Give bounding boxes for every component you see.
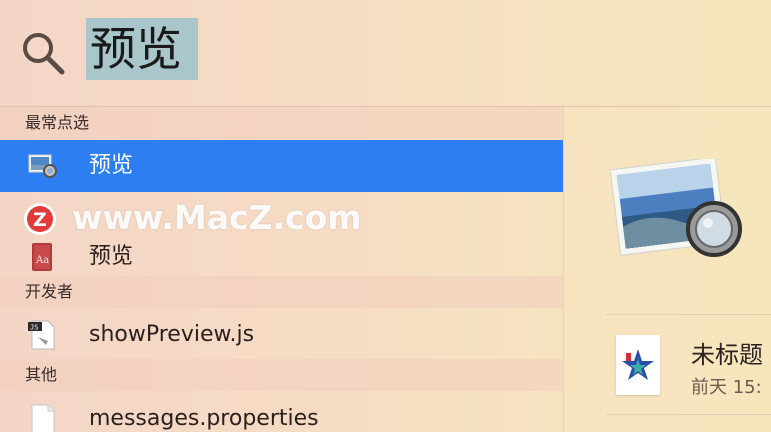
macz-logo-icon: Z	[24, 203, 56, 235]
preview-divider	[606, 314, 771, 315]
search-input[interactable]: 预览	[86, 18, 198, 80]
preview-divider	[606, 414, 771, 415]
js-file-icon: JS	[28, 320, 55, 350]
svg-text:Aa: Aa	[35, 255, 49, 266]
spotlight-search-bar: 预览	[0, 0, 771, 106]
document-date: 前天 15:	[691, 377, 762, 398]
result-label: messages.properties	[89, 406, 319, 431]
result-row-js-file[interactable]: JS showPreview.js	[0, 309, 563, 361]
dictionary-icon: Aa	[32, 243, 52, 271]
watermark: Z www.MacZ.com	[22, 195, 362, 241]
preview-panel: 未标题 前天 15:	[564, 107, 771, 432]
file-icon	[31, 404, 55, 432]
result-label: showPreview.js	[89, 322, 255, 347]
result-row-properties-file[interactable]: messages.properties	[0, 393, 563, 432]
watermark-text: www.MacZ.com	[72, 198, 362, 237]
section-header-developer: 开发者	[0, 276, 563, 308]
document-preview-icon	[622, 349, 654, 380]
result-row-preview-app[interactable]: 预览	[0, 140, 563, 192]
results-list: 最常点选 预览 Aa 预览 开发者 JS showPreview.js 其他 m…	[0, 107, 563, 432]
document-thumbnail	[616, 335, 660, 395]
search-icon	[23, 33, 65, 75]
preview-app-icon	[28, 154, 57, 178]
section-header-top-hits: 最常点选	[0, 107, 563, 139]
preview-app-large-icon	[610, 159, 742, 257]
svg-text:Z: Z	[33, 209, 47, 231]
section-header-other: 其他	[0, 359, 563, 391]
svg-text:JS: JS	[30, 324, 38, 332]
result-label: 预览	[89, 153, 134, 178]
document-title: 未标题	[691, 341, 763, 369]
